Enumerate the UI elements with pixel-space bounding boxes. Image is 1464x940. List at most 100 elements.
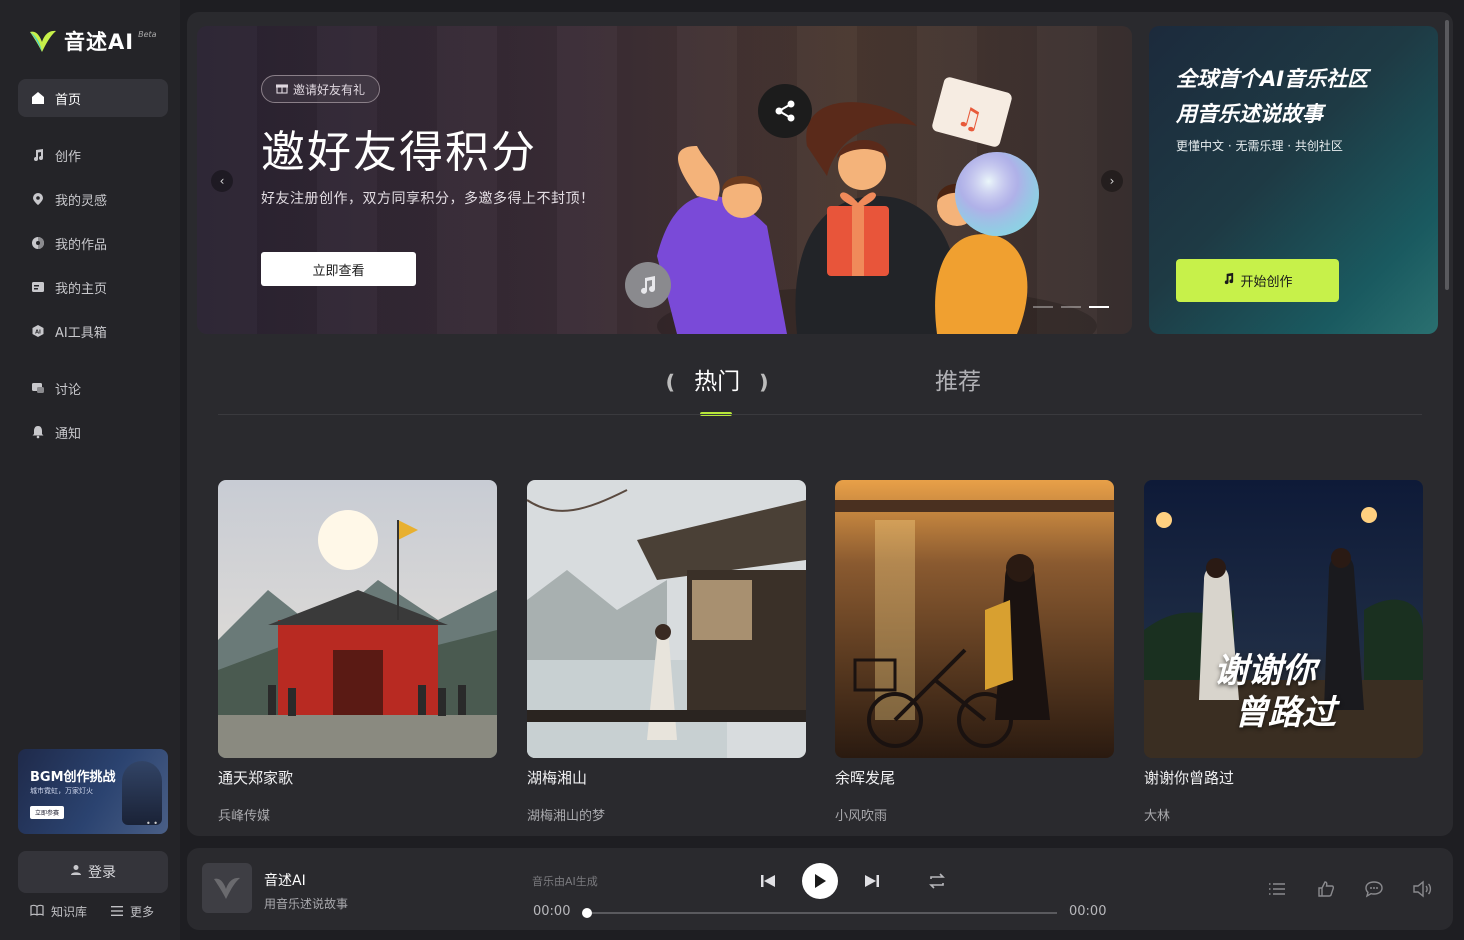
nav-item-notification[interactable]: 通知 [18,413,168,451]
song-cover-image[interactable] [527,480,806,758]
profile-card-icon [30,279,46,295]
carousel-dot[interactable] [1033,306,1053,308]
bell-icon [30,424,46,440]
progress-knob[interactable] [582,908,592,918]
more-label: 更多 [130,905,155,919]
ai-hexagon-icon: AI [30,323,46,339]
community-title-line2: 用音乐述说故事 [1176,102,1323,126]
sunset-saxophone-cover-art [835,480,1114,758]
cover-lyric-line1: 谢谢你 [1214,651,1316,691]
login-label: 登录 [88,865,116,881]
start-creating-label: 开始创作 [1240,275,1293,290]
nav-item-label: 通知 [55,426,82,442]
comment-icon [1365,881,1383,898]
song-author[interactable]: 兵峰传媒 [218,805,497,824]
community-subtitle: 更懂中文 · 无需乐理 · 共创社区 [1176,139,1343,153]
nav-item-label: AI工具箱 [55,325,107,341]
chevron-right-icon: › [1109,174,1115,188]
like-button[interactable] [1316,879,1336,899]
promo-subtitle: 城市霓虹，万家灯火 [30,787,93,795]
brand-logo[interactable]: 音述AI Beta [28,26,157,56]
share-icon [758,84,812,138]
view-now-button[interactable]: 立即查看 [261,252,416,286]
nav-item-inspiration[interactable]: 我的灵感 [18,180,168,218]
nav-item-label: 首页 [55,92,82,108]
friends-gift-illustration: ♫ [657,77,1097,334]
brand-name: 音述AI [64,30,135,54]
song-card[interactable]: 余晖发尾 小风吹雨 [835,480,1114,824]
song-author[interactable]: 大林 [1144,805,1423,824]
banner-title: 邀好友得积分 [261,127,537,178]
repeat-button[interactable] [927,871,947,891]
song-card[interactable]: 湖梅湘山 湖梅湘山的梦 [527,480,806,824]
song-card[interactable]: 通天郑家歌 兵峰传媒 [218,480,497,824]
book-icon [30,904,44,919]
song-cover-image[interactable] [835,480,1114,758]
music-note-icon [30,147,46,163]
previous-track-button[interactable] [759,872,777,890]
knowledge-base-link[interactable]: 知识库 [30,903,87,920]
song-title[interactable]: 谢谢你曾路过 [1144,767,1423,788]
next-track-button[interactable] [863,872,881,890]
carousel-dot-active[interactable] [1089,306,1109,308]
community-title: 全球首个AI音乐社区 用音乐述说故事 [1176,62,1368,132]
carousel-dot[interactable] [1061,306,1081,308]
playlist-button[interactable] [1268,880,1286,898]
player-track-subtitle: 用音乐述说故事 [264,897,349,911]
song-author[interactable]: 小风吹雨 [835,805,1114,824]
volume-button[interactable] [1412,879,1432,899]
skip-back-icon [761,875,775,887]
music-player: 音述AI 用音乐述说故事 音乐由AI生成 00:00 00:00 [187,848,1453,930]
discussion-icon [30,380,46,396]
nav-item-label: 创作 [55,149,82,165]
scrollbar[interactable] [1445,20,1449,290]
player-track-title: 音述AI [264,873,306,889]
sidebar: 音述AI Beta 首页 创作 我的灵感 我的作品 我的主页 AI AI工具箱 … [0,0,180,940]
bgm-challenge-promo[interactable]: BGM创作挑战 城市霓虹，万家灯火 立即参赛 • • [18,749,168,834]
more-link[interactable]: 更多 [111,903,154,920]
song-author[interactable]: 湖梅湘山的梦 [527,805,806,824]
song-card[interactable]: 谢谢你 曾路过 谢谢你曾路过 大林 [1144,480,1423,824]
user-icon [70,864,82,880]
carousel-prev-button[interactable]: ‹ [211,170,233,192]
song-title[interactable]: 湖梅湘山 [527,767,806,788]
skip-forward-icon [865,875,879,887]
invite-badge-label: 邀请好友有礼 [293,82,366,97]
laurel-right-icon: ❫ [755,370,773,394]
gift-icon [275,82,289,97]
community-banner: 全球首个AI音乐社区 用音乐述说故事 更懂中文 · 无需乐理 · 共创社区 开始… [1149,26,1438,334]
progress-track[interactable] [587,912,1057,914]
home-icon [30,90,46,106]
song-title[interactable]: 通天郑家歌 [218,767,497,788]
song-cover-image[interactable] [218,480,497,758]
start-creating-button[interactable]: 开始创作 [1176,259,1339,302]
song-cover-image[interactable]: 谢谢你 曾路过 [1144,480,1423,758]
tab-hot-label: 热门 [694,369,741,395]
nav-item-works[interactable]: 我的作品 [18,224,168,262]
nav-item-profile[interactable]: 我的主页 [18,268,168,306]
ai-generated-note: 音乐由AI生成 [532,875,598,888]
cover-lyric-overlay: 谢谢你 曾路过 [1214,650,1336,734]
comment-button[interactable] [1364,879,1384,899]
play-button[interactable] [802,863,838,899]
nav-item-label: 我的作品 [55,237,108,253]
nav-item-create[interactable]: 创作 [18,136,168,174]
nav-item-label: 讨论 [55,382,82,398]
tab-recommend[interactable]: 推荐 [935,362,981,396]
carousel-indicators [1033,306,1109,308]
tab-hot[interactable]: ❪ 热门 ❫ [662,362,772,396]
temple-cover-art [218,480,497,758]
hero-banner[interactable]: ♫ 邀请好友有礼 邀好友得积分 好友注册创作，双方同享积分，多邀多得上不封顶！ … [197,26,1132,334]
carousel-next-button[interactable]: › [1101,170,1123,192]
promo-join-button[interactable]: 立即参赛 [30,806,65,819]
current-time: 00:00 [533,904,571,919]
total-time: 00:00 [1069,904,1107,919]
login-button[interactable]: 登录 [18,851,168,893]
nav-item-home[interactable]: 首页 [18,79,168,117]
beta-badge: Beta [138,29,157,39]
nav-item-discussion[interactable]: 讨论 [18,369,168,407]
nav-item-ai-tools[interactable]: AI AI工具箱 [18,312,168,350]
song-title[interactable]: 余晖发尾 [835,767,1114,788]
play-icon [815,874,826,888]
player-cover[interactable] [202,863,252,913]
